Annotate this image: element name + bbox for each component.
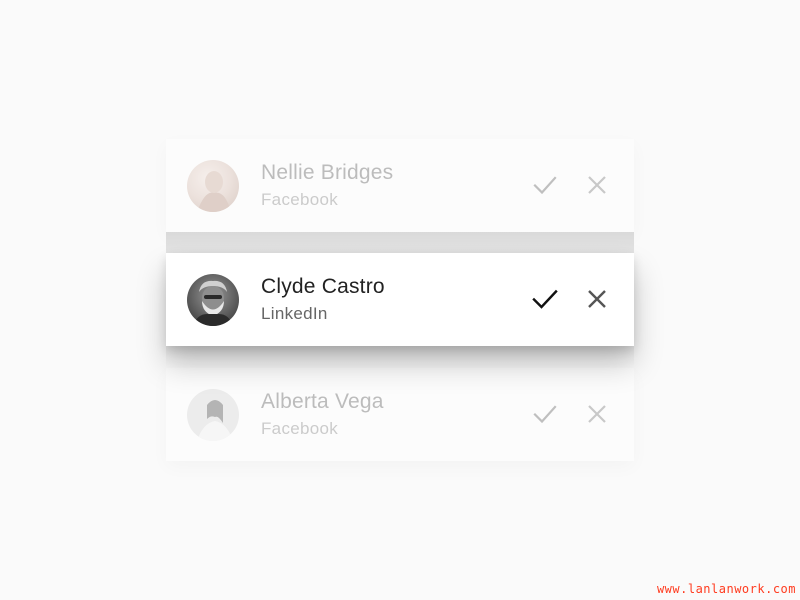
check-icon xyxy=(532,289,558,309)
check-icon xyxy=(533,176,557,195)
avatar-photo xyxy=(187,160,239,212)
watermark: www.lanlanwork.com xyxy=(656,582,796,596)
check-icon xyxy=(533,405,557,424)
card-shadow xyxy=(166,232,634,253)
contact-source: Facebook xyxy=(261,419,339,438)
card-shadow xyxy=(166,346,634,368)
accept-button[interactable] xyxy=(532,401,558,427)
stage: Nellie Bridges Facebook Clyde Castro Lin… xyxy=(0,0,800,600)
close-icon xyxy=(588,176,606,194)
close-icon xyxy=(588,405,606,423)
contact-source: LinkedIn xyxy=(261,304,328,323)
request-card[interactable]: Alberta Vega Facebook xyxy=(166,368,634,461)
reject-button[interactable] xyxy=(584,172,610,198)
avatar-photo xyxy=(187,389,239,441)
contact-name: Clyde Castro xyxy=(261,275,385,298)
avatar xyxy=(187,160,239,212)
accept-button[interactable] xyxy=(532,172,558,198)
reject-button[interactable] xyxy=(584,286,610,312)
contact-name: Alberta Vega xyxy=(261,390,384,413)
avatar xyxy=(187,274,239,326)
contact-source: Facebook xyxy=(261,190,339,209)
avatar xyxy=(187,389,239,441)
contact-name: Nellie Bridges xyxy=(261,161,394,184)
close-icon xyxy=(588,290,606,308)
reject-button[interactable] xyxy=(584,401,610,427)
avatar-photo xyxy=(187,274,239,326)
accept-button[interactable] xyxy=(532,286,558,312)
request-card[interactable]: Clyde Castro LinkedIn xyxy=(166,253,634,346)
request-card[interactable]: Nellie Bridges Facebook xyxy=(166,139,634,232)
